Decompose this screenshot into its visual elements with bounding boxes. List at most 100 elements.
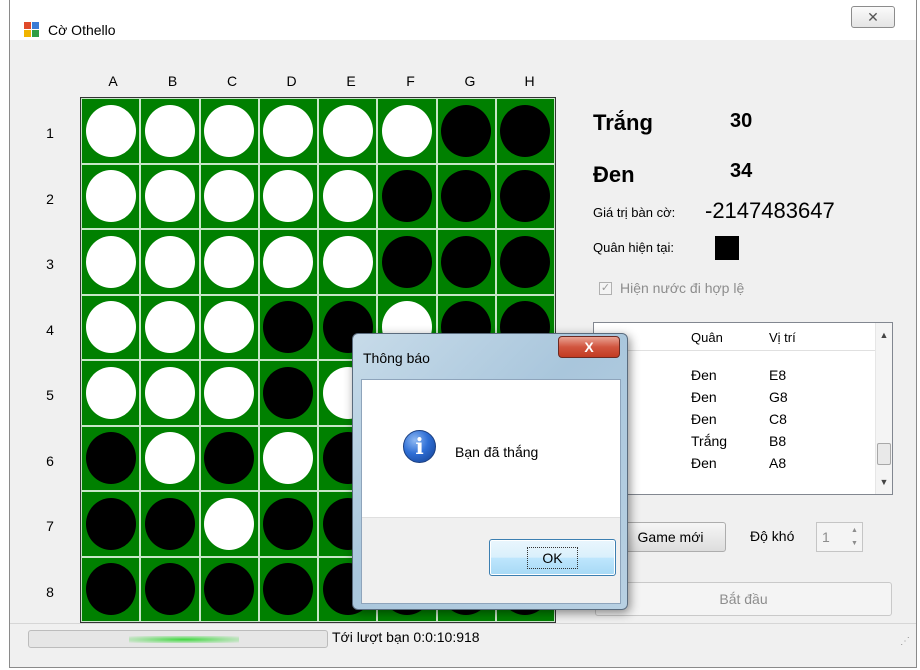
- row-label: 7: [46, 518, 54, 534]
- board-cell-A6[interactable]: [80, 425, 141, 491]
- move-piece: Đen: [691, 367, 717, 383]
- board-cell-C8[interactable]: [199, 556, 259, 622]
- board-cell-G3[interactable]: [436, 229, 496, 295]
- black-disc: [263, 563, 314, 616]
- column-label: C: [226, 73, 238, 89]
- column-label: A: [108, 73, 118, 89]
- black-disc: [500, 104, 551, 157]
- check-icon: ✓: [599, 281, 612, 295]
- white-disc: [263, 432, 314, 485]
- board-cell-D1[interactable]: [258, 98, 319, 164]
- window-title: Cờ Othello: [48, 22, 116, 38]
- scroll-thumb[interactable]: [877, 443, 891, 465]
- board-cell-B1[interactable]: [140, 98, 200, 164]
- board-cell-E3[interactable]: [317, 229, 378, 295]
- dialog-close-button[interactable]: X: [558, 336, 620, 358]
- board-value: -2147483647: [705, 198, 835, 223]
- board-cell-C1[interactable]: [199, 98, 259, 164]
- board-cell-D4[interactable]: [258, 294, 319, 360]
- board-cell-C4[interactable]: [199, 294, 259, 360]
- difficulty-label: Độ khó: [750, 528, 795, 544]
- ok-button[interactable]: OK: [489, 539, 616, 576]
- white-disc: [85, 366, 136, 419]
- spin-down-icon[interactable]: ▼: [848, 537, 861, 550]
- window-close-button[interactable]: ✕: [851, 6, 895, 28]
- move-position: A8: [769, 455, 787, 471]
- board-cell-G1[interactable]: [436, 98, 496, 164]
- board-cell-H2[interactable]: [495, 163, 556, 229]
- scroll-down-icon[interactable]: ▼: [876, 474, 892, 490]
- board-cell-B8[interactable]: [140, 556, 200, 622]
- difficulty-stepper[interactable]: 1 ▲ ▼: [816, 522, 863, 552]
- black-disc: [441, 104, 492, 157]
- title-bar: Cờ Othello ✕: [10, 0, 916, 40]
- move-position: B8: [769, 433, 787, 449]
- board-cell-A1[interactable]: [80, 98, 141, 164]
- board-cell-F3[interactable]: [377, 229, 437, 295]
- white-disc: [144, 366, 195, 419]
- header-position[interactable]: Vị trí: [769, 330, 796, 345]
- board-cell-D8[interactable]: [258, 556, 319, 622]
- black-label: Đen: [593, 162, 635, 187]
- board-cell-A2[interactable]: [80, 163, 141, 229]
- board-cell-D3[interactable]: [258, 229, 319, 295]
- board-cell-B6[interactable]: [140, 425, 200, 491]
- board-cell-A8[interactable]: [80, 556, 141, 622]
- black-disc: [85, 497, 136, 550]
- move-piece: Đen: [691, 411, 717, 427]
- board-cell-D5[interactable]: [258, 360, 319, 426]
- black-disc: [85, 563, 136, 616]
- board-cell-E1[interactable]: [317, 98, 378, 164]
- message-dialog: Thông báo X i Bạn đã thắng OK: [352, 333, 628, 610]
- show-valid-moves-checkbox[interactable]: ✓ Hiện nước đi hợp lệ: [599, 280, 744, 296]
- board-cell-B4[interactable]: [140, 294, 200, 360]
- board-cell-C3[interactable]: [199, 229, 259, 295]
- moves-list-scrollbar[interactable]: ▲ ▼: [875, 323, 892, 494]
- ok-label: OK: [527, 546, 578, 569]
- scroll-up-icon[interactable]: ▲: [876, 327, 892, 343]
- row-label: 5: [46, 387, 54, 403]
- board-cell-F2[interactable]: [377, 163, 437, 229]
- row-label: 6: [46, 452, 54, 469]
- board-cell-A4[interactable]: [80, 294, 141, 360]
- board-cell-D2[interactable]: [258, 163, 319, 229]
- board-cell-B2[interactable]: [140, 163, 200, 229]
- board-cell-E2[interactable]: [317, 163, 378, 229]
- dialog-title: Thông báo: [363, 350, 430, 366]
- dialog-body: i Bạn đã thắng OK: [361, 379, 621, 604]
- black-disc: [204, 563, 255, 616]
- board-cell-A7[interactable]: [80, 491, 141, 557]
- black-disc: [263, 366, 314, 419]
- board-cell-B3[interactable]: [140, 229, 200, 295]
- board-cell-C7[interactable]: [199, 491, 259, 557]
- board-cell-A5[interactable]: [80, 360, 141, 426]
- white-disc: [204, 366, 255, 419]
- board-cell-H3[interactable]: [495, 229, 556, 295]
- board-cell-B5[interactable]: [140, 360, 200, 426]
- black-disc: [204, 432, 255, 485]
- resize-grip-icon[interactable]: ⋰: [900, 636, 910, 647]
- row-label: 2: [46, 190, 54, 207]
- column-label: D: [286, 73, 297, 89]
- new-game-button[interactable]: Game mới: [615, 522, 726, 552]
- board-cell-D6[interactable]: [258, 425, 319, 491]
- black-disc: [441, 170, 492, 223]
- board-cell-F1[interactable]: [377, 98, 437, 164]
- header-piece[interactable]: Quân: [691, 330, 723, 345]
- board-cell-G2[interactable]: [436, 163, 496, 229]
- board-cell-H1[interactable]: [495, 98, 556, 164]
- board-cell-B7[interactable]: [140, 491, 200, 557]
- board-cell-D7[interactable]: [258, 491, 319, 557]
- white-disc: [85, 170, 136, 223]
- spin-up-icon[interactable]: ▲: [848, 524, 861, 537]
- start-button[interactable]: Bắt đầu: [595, 582, 892, 616]
- board-cell-C2[interactable]: [199, 163, 259, 229]
- moves-list[interactable]: Quân Vị trí Đen E8 Đen G8 Đen C8 Trắng B8 Đen A8 …: [593, 322, 893, 495]
- move-piece: Đen: [691, 389, 717, 405]
- info-icon: i: [403, 430, 436, 463]
- board-cell-A3[interactable]: [80, 229, 141, 295]
- board-cell-C5[interactable]: [199, 360, 259, 426]
- board-cell-C6[interactable]: [199, 425, 259, 491]
- close-icon: ✕: [867, 8, 879, 25]
- dialog-message: Bạn đã thắng: [455, 444, 539, 460]
